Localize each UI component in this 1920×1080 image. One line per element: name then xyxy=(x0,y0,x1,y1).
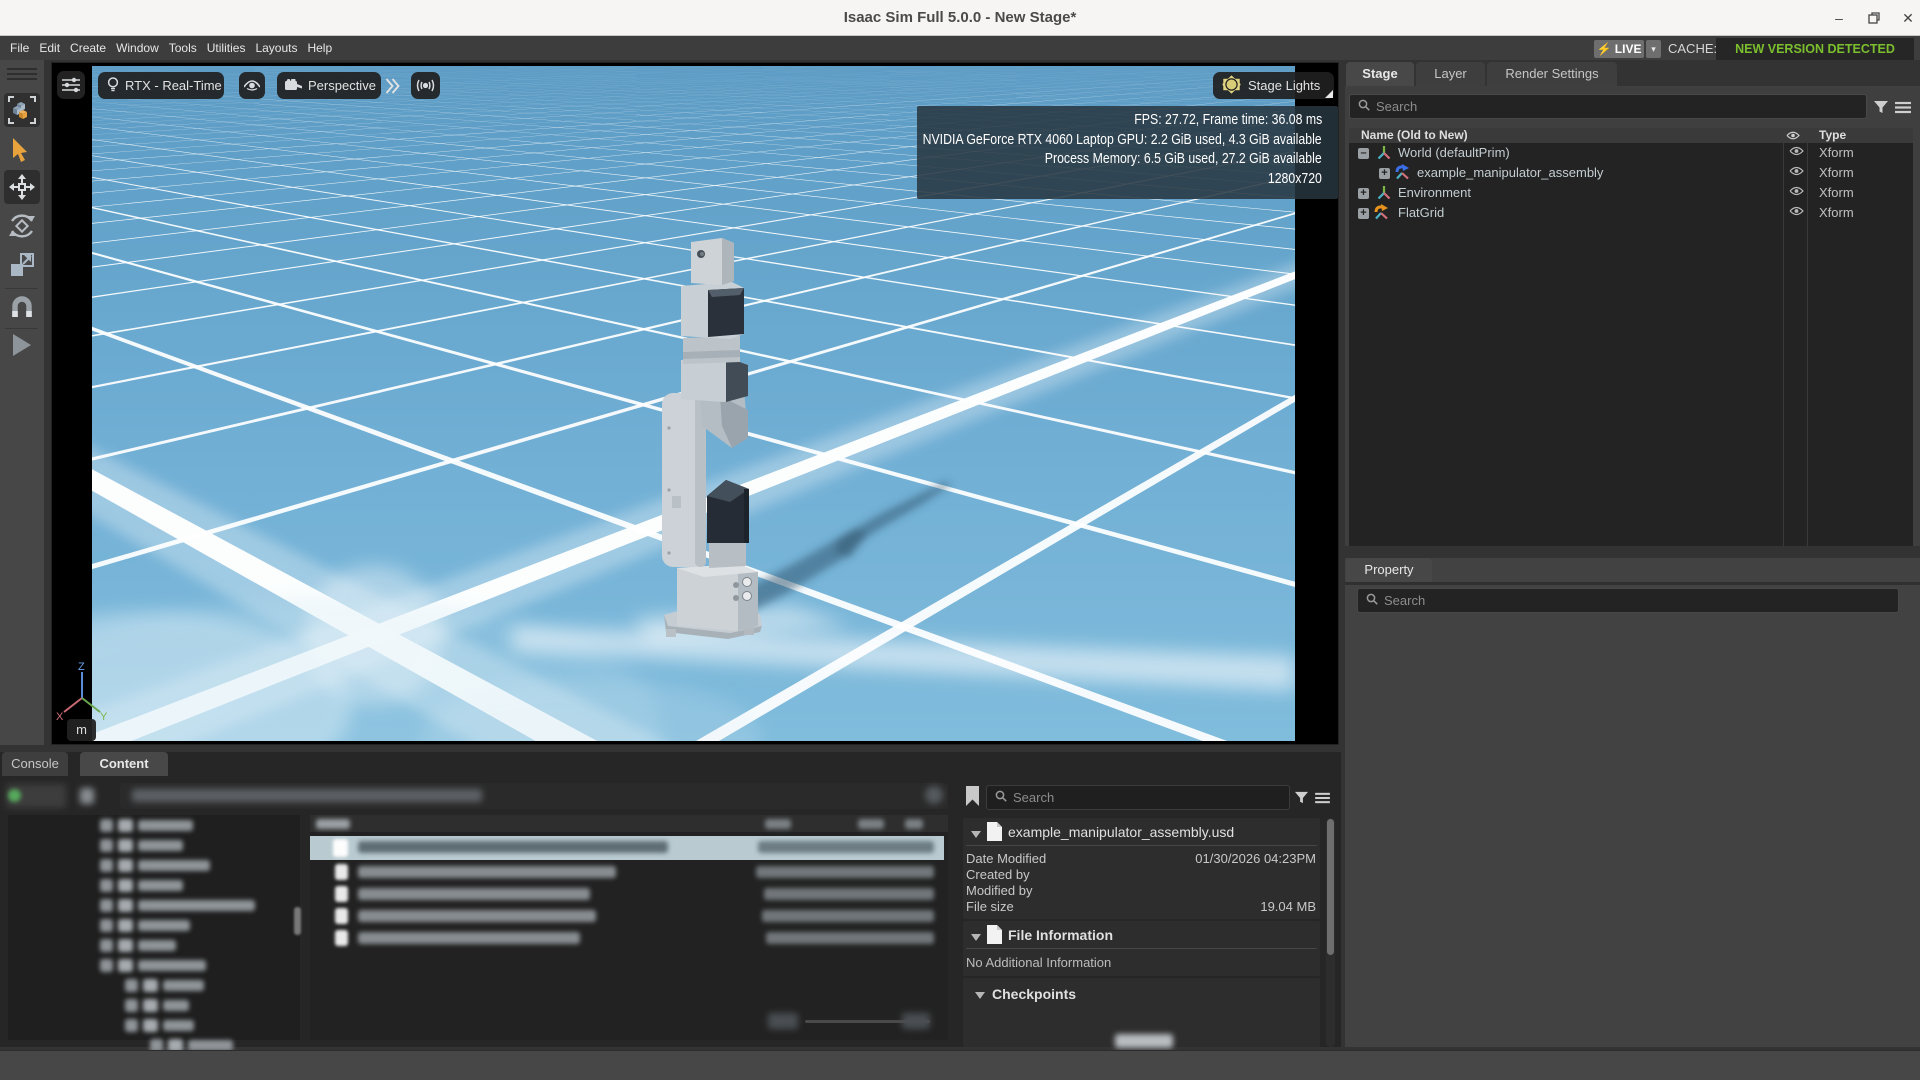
svg-text:X: X xyxy=(56,711,64,723)
svg-text:Z: Z xyxy=(78,661,85,673)
svg-text:Y: Y xyxy=(100,711,108,723)
